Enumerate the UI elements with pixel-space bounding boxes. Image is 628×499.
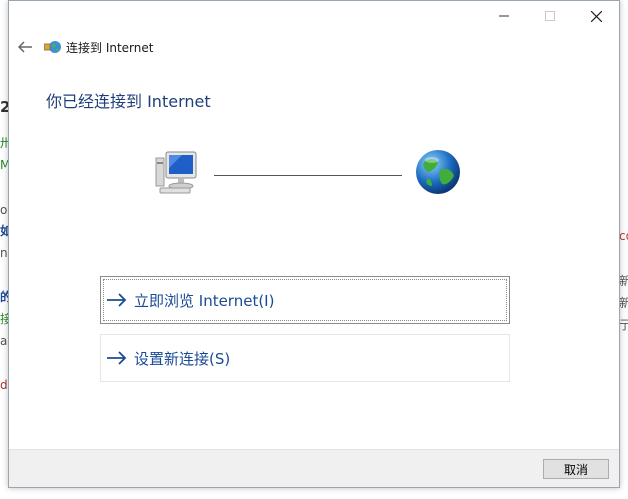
background-fragment: o	[0, 203, 8, 217]
background-fragment: 新	[619, 296, 628, 310]
background-fragment: 亍	[619, 318, 628, 332]
close-icon	[590, 10, 602, 22]
page-heading: 你已经连接到 Internet	[46, 92, 211, 111]
back-button[interactable]	[15, 37, 35, 57]
maximize-button[interactable]	[527, 1, 573, 31]
background-fragment: d	[0, 378, 8, 392]
maximize-icon	[545, 11, 555, 21]
connection-line	[214, 175, 402, 176]
background-app-left: 2 卅 M o 如 n 的 接 ad d	[0, 0, 15, 499]
setup-new-connection-button[interactable]: 设置新连接(S)	[100, 334, 510, 382]
arrow-right-icon	[107, 351, 127, 365]
dialog-footer: 取消	[9, 449, 619, 487]
globe-icon	[416, 150, 460, 194]
back-arrow-icon	[18, 41, 32, 53]
network-globe-icon	[44, 41, 61, 53]
connect-to-internet-dialog: 连接到 Internet 你已经连接到 Internet 立即浏览 Intern…	[8, 0, 620, 488]
browse-internet-button[interactable]: 立即浏览 Internet(I)	[100, 276, 510, 324]
background-fragment: n	[0, 246, 8, 260]
close-button[interactable]	[573, 1, 619, 31]
background-fragment: co	[619, 229, 628, 243]
minimize-icon	[499, 15, 509, 17]
minimize-button[interactable]	[481, 1, 527, 31]
navigation-bar: 连接到 Internet	[9, 33, 409, 61]
browse-internet-label: 立即浏览 Internet(I)	[134, 291, 275, 310]
computer-icon	[155, 151, 197, 194]
setup-new-connection-label: 设置新连接(S)	[134, 349, 231, 368]
arrow-right-icon	[107, 293, 127, 307]
cancel-button[interactable]: 取消	[543, 459, 609, 479]
background-fragment: 新	[619, 274, 628, 288]
window-title: 连接到 Internet	[66, 41, 154, 55]
